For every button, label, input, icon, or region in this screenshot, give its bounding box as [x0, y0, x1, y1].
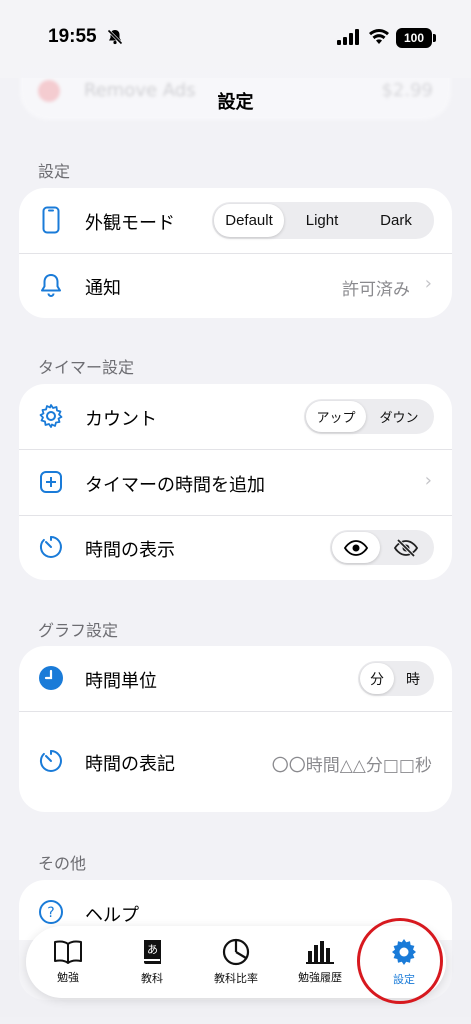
- time-display-row: 時間の表示: [19, 515, 452, 580]
- tab-study-history[interactable]: 勉強履歴: [278, 926, 362, 998]
- book-icon: [54, 940, 82, 964]
- count-option-down[interactable]: ダウン: [366, 401, 432, 432]
- section-header-timer: タイマー設定: [38, 358, 135, 377]
- section-header-other: その他: [38, 854, 87, 873]
- page-title: 設定: [217, 92, 254, 113]
- tab-bar: 勉強 あ 教科 教科比率 勉強履歴 設定: [26, 926, 446, 998]
- time-unit-segmented-control[interactable]: 分 時: [358, 661, 434, 696]
- battery-indicator: 100: [396, 28, 432, 48]
- eye-icon[interactable]: [332, 532, 380, 563]
- graph-card: 時間単位 分 時 時間の表記 〇〇時間△△分□□秒: [19, 646, 452, 812]
- battery-tip: [433, 34, 436, 42]
- bell-icon: [37, 271, 65, 299]
- appearance-option-dark[interactable]: Dark: [360, 204, 432, 237]
- clock-icon: [37, 664, 65, 692]
- time-display-toggle[interactable]: [330, 530, 434, 565]
- appearance-option-default[interactable]: Default: [214, 204, 284, 237]
- count-row: カウント アップ ダウン: [19, 384, 452, 449]
- time-unit-label: 時間単位: [85, 671, 157, 692]
- count-label: カウント: [85, 409, 157, 430]
- help-label: ヘルプ: [85, 905, 139, 926]
- tab-study-history-label: 勉強履歴: [298, 971, 342, 984]
- notifications-value: 許可済み: [342, 280, 410, 300]
- tab-subjects[interactable]: あ 教科: [110, 926, 194, 998]
- eye-slash-icon[interactable]: [380, 532, 432, 563]
- section-header-settings: 設定: [38, 162, 71, 181]
- gear-icon: [37, 402, 65, 430]
- count-segmented-control[interactable]: アップ ダウン: [304, 399, 434, 434]
- appearance-segmented-control[interactable]: Default Light Dark: [212, 202, 434, 239]
- timer-icon: [37, 533, 65, 561]
- tab-settings[interactable]: 設定: [362, 926, 446, 998]
- plus-square-icon: [37, 468, 65, 496]
- notifications-row[interactable]: 通知 許可済み ›: [19, 253, 452, 318]
- wifi-icon: [369, 29, 389, 44]
- bell-slash-icon: [107, 29, 123, 45]
- time-unit-row: 時間単位 分 時: [19, 646, 452, 711]
- tab-subject-ratio-label: 教科比率: [214, 972, 258, 985]
- status-bar: 19:55 100: [0, 0, 471, 78]
- tab-study[interactable]: 勉強: [26, 926, 110, 998]
- add-timer-time-label: タイマーの時間を追加: [85, 475, 265, 496]
- tab-settings-label: 設定: [393, 973, 415, 986]
- add-timer-time-row[interactable]: タイマーの時間を追加 ›: [19, 449, 452, 515]
- chevron-right-icon: ›: [424, 273, 432, 294]
- appearance-option-light[interactable]: Light: [284, 204, 360, 237]
- tab-subjects-label: 教科: [141, 972, 163, 985]
- appearance-row: 外観モード Default Light Dark: [19, 188, 452, 253]
- time-format-value: 〇〇時間△△分□□秒: [271, 756, 432, 776]
- chevron-right-icon: ›: [424, 470, 432, 491]
- bar-chart-icon: [306, 941, 334, 964]
- dictionary-icon: あ: [144, 940, 161, 964]
- phone-icon: [37, 206, 65, 234]
- time-unit-option-hour[interactable]: 時: [394, 663, 432, 694]
- time-format-label: 時間の表記: [85, 754, 175, 775]
- time-unit-option-minute[interactable]: 分: [360, 663, 394, 694]
- svg-text:?: ?: [47, 905, 54, 921]
- count-option-up[interactable]: アップ: [306, 401, 366, 432]
- settings-card: 外観モード Default Light Dark 通知 許可済み ›: [19, 188, 452, 318]
- notifications-label: 通知: [85, 278, 121, 299]
- pie-chart-icon: [222, 938, 250, 966]
- gear-icon: [392, 939, 416, 965]
- svg-text:あ: あ: [147, 943, 158, 956]
- timer-icon: [37, 747, 65, 775]
- timer-card: カウント アップ ダウン タイマーの時間を追加 › 時間の表示: [19, 384, 452, 580]
- tab-subject-ratio[interactable]: 教科比率: [194, 926, 278, 998]
- appearance-label: 外観モード: [85, 213, 175, 234]
- status-time: 19:55: [48, 26, 97, 47]
- section-header-graph: グラフ設定: [38, 621, 119, 640]
- time-format-row[interactable]: 時間の表記 〇〇時間△△分□□秒: [19, 711, 452, 812]
- tab-study-label: 勉強: [57, 971, 79, 984]
- time-display-label: 時間の表示: [85, 540, 175, 561]
- cellular-signal-icon: [337, 29, 359, 45]
- question-circle-icon: ?: [37, 898, 65, 926]
